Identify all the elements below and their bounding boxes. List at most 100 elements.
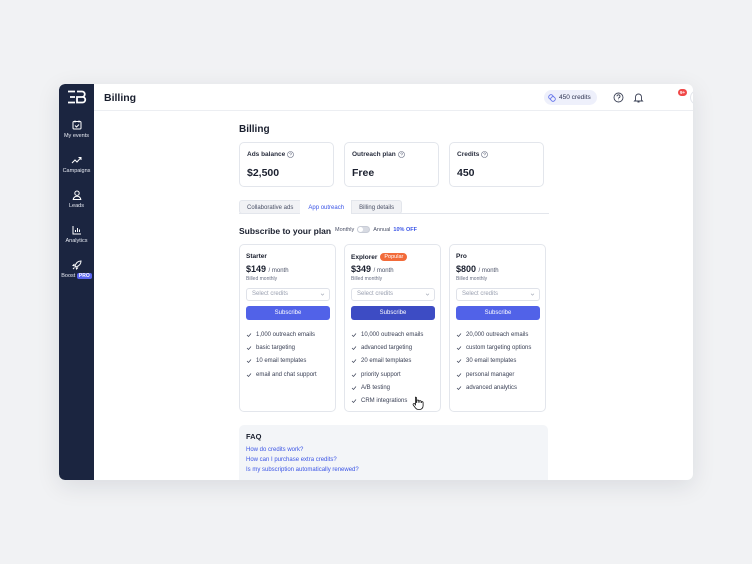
feature-text: email and chat support [256,371,317,378]
credits-select[interactable]: Select credits [246,288,330,301]
app-window: My events Campaigns Leads Analytics Boos… [59,84,693,480]
info-icon[interactable] [397,151,405,158]
faq-link[interactable]: How can I purchase extra credits? [246,457,337,463]
credits-select-placeholder: Select credits [357,291,394,297]
tab-bar: Collaborative ads App outreach Billing d… [239,200,403,214]
feature-text: CRM integrations [361,398,408,405]
bell-icon[interactable] [633,92,644,103]
stat-value: $2,500 [247,167,280,179]
trend-line-icon [71,157,82,164]
faq-title: FAQ [246,432,262,441]
list-item: 1,000 outreach emails [246,328,317,341]
list-item: 20,000 outreach emails [456,328,531,341]
check-icon [456,386,462,390]
feature-text: 20 email templates [361,358,412,365]
check-icon [351,359,357,364]
plan-billing-note: Billed monthly [351,276,383,282]
tab-collaborative-ads[interactable]: Collaborative ads [239,200,302,214]
check-icon [351,332,357,337]
subscribe-button[interactable]: Subscribe [246,306,330,320]
check-icon [351,386,357,390]
stat-value: Free [352,167,375,179]
hand-cursor-icon [412,396,424,410]
stat-label-text: Ads balance [247,151,286,158]
check-icon [456,372,462,377]
rocket-icon [71,260,82,270]
sidebar-item-analytics[interactable]: Analytics [59,225,94,244]
billing-period-toggle: Monthly Annual 10% OFF [335,226,417,233]
plan-card-explorer: Explorer Popular $349 / month Billed mon… [344,244,441,412]
plan-billing-note: Billed monthly [456,276,488,282]
plan-name-text: Explorer [351,253,378,261]
plan-price-amount: $349 [351,264,372,274]
info-icon[interactable] [481,151,489,158]
user-menu[interactable] [690,90,693,105]
sidebar-item-leads[interactable]: Leads [59,190,94,209]
sidebar-item-boost[interactable]: Boost PRO [59,260,94,279]
page-header-title: Billing [104,92,137,104]
stat-label-text: Credits [457,151,480,158]
help-icon[interactable] [613,92,624,103]
tab-billing-details[interactable]: Billing details [351,200,403,214]
plan-price-amount: $800 [456,264,477,274]
stat-card-credits: Credits 450 [449,142,544,187]
stat-label: Credits [457,151,489,158]
sidebar-item-campaigns[interactable]: Campaigns [59,155,94,174]
plan-features: 20,000 outreach emails custom targeting … [456,328,531,394]
check-icon [246,346,252,350]
plan-price-amount: $149 [246,264,267,274]
tab-app-outreach[interactable]: App outreach [300,200,353,214]
plan-card-starter: Starter $149 / month Billed monthly Sele… [239,244,336,412]
notification-badge: 9+ [678,89,688,96]
toggle-monthly-label: Monthly [335,226,355,233]
stat-card-outreach-plan: Outreach plan Free [344,142,439,187]
plan-period: / month [478,268,499,274]
credits-chip[interactable]: 450 credits [544,90,597,105]
list-item: basic targeting [246,341,317,354]
check-icon [456,332,462,337]
plan-name: Pro [456,253,467,260]
discount-label: 10% OFF [393,226,417,233]
credits-select[interactable]: Select credits [351,288,435,301]
info-icon[interactable] [287,151,295,158]
bar-chart-icon [72,226,81,235]
feature-text: custom targeting options [466,344,532,351]
billing-toggle-switch[interactable] [357,226,371,233]
plan-period: / month [268,268,289,274]
check-icon [351,372,357,377]
feature-text: 10,000 outreach emails [361,331,424,338]
faq-link[interactable]: Is my subscription automatically renewed… [246,467,359,473]
faq-link[interactable]: How do credits work? [246,447,303,453]
feature-text: 1,000 outreach emails [256,331,316,338]
toggle-annual-label: Annual [373,226,391,233]
chevron-down-icon [320,293,325,296]
check-icon [246,359,252,364]
coins-icon [548,93,556,102]
stat-value: 450 [457,167,475,179]
chevron-down-icon [425,293,430,296]
feature-text: 10 email templates [256,358,307,365]
check-icon [456,359,462,364]
list-item: email and chat support [246,368,317,381]
plan-price: $800 / month [456,264,499,274]
calendar-check-icon [72,120,81,130]
list-item: A/B testing [351,381,423,394]
credits-select-placeholder: Select credits [252,291,289,297]
feature-text: 30 email templates [466,358,517,365]
stat-label: Ads balance [247,151,295,158]
stat-label: Outreach plan [352,151,405,158]
credits-chip-label: 450 credits [559,94,591,101]
credits-select[interactable]: Select credits [456,288,540,301]
sidebar-item-label: Leads [69,203,84,209]
app-logo[interactable] [67,90,87,104]
check-icon [456,346,462,350]
feature-text: advanced targeting [361,344,413,351]
subscribe-button[interactable]: Subscribe [456,306,540,320]
sidebar-item-my-events[interactable]: My events [59,120,94,139]
sidebar-item-label: Boost PRO [59,273,94,279]
faq-panel: FAQ How do credits work? How can I purch… [239,425,548,480]
list-item: priority support [351,368,423,381]
subscribe-button[interactable]: Subscribe [351,306,435,320]
list-item: custom targeting options [456,341,531,354]
sidebar: My events Campaigns Leads Analytics Boos… [59,84,94,480]
